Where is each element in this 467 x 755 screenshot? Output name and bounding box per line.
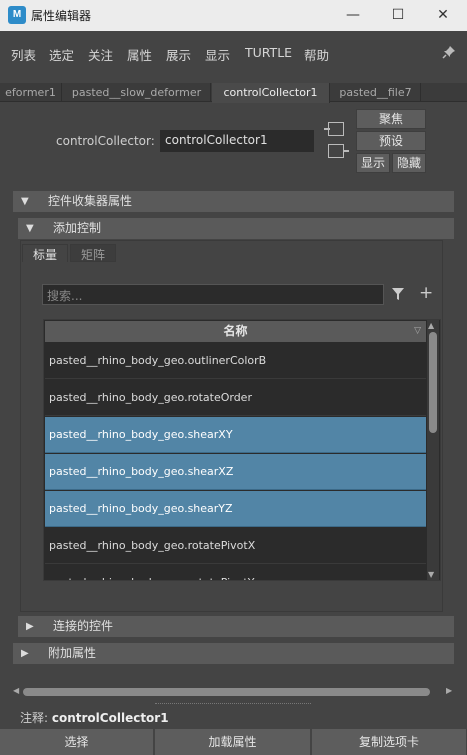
column-header-label: 名称 — [223, 324, 248, 338]
menu-attributes[interactable]: 属性 — [127, 45, 152, 64]
tab-file7[interactable]: pasted__file7 — [331, 83, 421, 102]
list-item-selected[interactable]: pasted__rhino_body_geo.shearXZ — [45, 454, 426, 490]
tab-slow-deformer[interactable]: pasted__slow_deformer — [63, 83, 211, 102]
resize-grip[interactable] — [155, 703, 311, 705]
window-titlebar: M 属性编辑器 — ☐ ✕ — [0, 0, 467, 31]
menu-show[interactable]: 展示 — [166, 45, 191, 64]
section-label: 附加属性 — [48, 646, 97, 660]
list-scroll-thumb[interactable] — [429, 332, 437, 433]
section-label: 添加控制 — [53, 221, 102, 235]
menu-bar: 列表 选定 关注 属性 展示 显示 TURTLE 帮助 — [0, 31, 467, 74]
hide-button[interactable]: 隐藏 — [392, 153, 426, 173]
horizontal-scroll-thumb[interactable] — [23, 688, 430, 696]
sort-icon[interactable]: ▽ — [414, 321, 421, 342]
minimize-button[interactable]: — — [330, 0, 376, 31]
maximize-button[interactable]: ☐ — [375, 0, 421, 31]
tab-deformer1[interactable]: eformer1 — [0, 83, 62, 102]
add-icon[interactable]: + — [419, 283, 433, 303]
section-extra-attributes[interactable]: ▶ 附加属性 — [13, 643, 454, 664]
filter-icon[interactable] — [391, 287, 405, 301]
expand-arrow-icon: ▶ — [26, 621, 34, 632]
list-item[interactable]: pasted__rhino_body_geo.rotatePivotY — [45, 565, 426, 580]
scroll-down-icon[interactable]: ▼ — [428, 570, 434, 579]
list-item[interactable]: pasted__rhino_body_geo.outlinerColorB — [45, 343, 426, 379]
node-type-label: controlCollector: — [56, 134, 155, 148]
section-collector-attributes[interactable]: ▼ 控件收集器属性 — [13, 191, 454, 212]
load-attributes-button[interactable]: 加载属性 — [155, 729, 311, 755]
scroll-left-icon[interactable]: ◀ — [13, 686, 19, 695]
notes-field[interactable]: 注释: controlCollector1 — [20, 709, 169, 726]
node-name-field[interactable]: controlCollector1 — [160, 130, 314, 152]
menu-select[interactable]: 选定 — [49, 45, 74, 64]
subtab-scalar[interactable]: 标量 — [22, 244, 68, 262]
focus-button[interactable]: 聚焦 — [356, 109, 426, 129]
section-label: 连接的控件 — [53, 619, 114, 633]
attribute-list: 名称 ▽ pasted__rhino_body_geo.outlinerColo… — [43, 319, 441, 581]
menu-help[interactable]: 帮助 — [304, 45, 329, 64]
menu-turtle[interactable]: TURTLE — [245, 45, 292, 60]
section-add-control[interactable]: ▼ 添加控制 — [18, 218, 454, 239]
section-connected-controls[interactable]: ▶ 连接的控件 — [18, 616, 454, 637]
window-title: 属性编辑器 — [31, 9, 92, 23]
menu-display[interactable]: 显示 — [205, 45, 230, 64]
show-button[interactable]: 显示 — [356, 153, 390, 173]
collapse-arrow-icon: ▼ — [26, 223, 34, 234]
input-connections-icon[interactable] — [324, 122, 344, 136]
list-item[interactable]: pasted__rhino_body_geo.rotatePivotX — [45, 528, 426, 564]
expand-arrow-icon: ▶ — [21, 648, 29, 659]
notes-label: 注释: — [20, 711, 49, 725]
select-button[interactable]: 选择 — [0, 729, 154, 755]
scroll-right-icon[interactable]: ▶ — [446, 686, 452, 695]
menu-focus[interactable]: 关注 — [88, 45, 113, 64]
scroll-up-icon[interactable]: ▲ — [428, 321, 434, 330]
column-header-name[interactable]: 名称 ▽ — [45, 321, 426, 342]
list-item-selected[interactable]: pasted__rhino_body_geo.shearXY — [45, 417, 426, 453]
section-label: 控件收集器属性 — [48, 194, 133, 208]
output-connections-icon[interactable] — [328, 144, 349, 158]
list-item-selected[interactable]: pasted__rhino_body_geo.shearYZ — [45, 491, 426, 527]
presets-button[interactable]: 预设 — [356, 131, 426, 151]
search-input[interactable]: 搜索... — [42, 284, 384, 305]
tab-control-collector[interactable]: controlCollector1 — [212, 83, 330, 103]
subtab-matrix[interactable]: 矩阵 — [70, 244, 116, 262]
close-button[interactable]: ✕ — [420, 0, 466, 31]
copy-tab-button[interactable]: 复制选项卡 — [312, 729, 467, 755]
collapse-arrow-icon: ▼ — [21, 196, 29, 207]
node-tab-bar: eformer1 pasted__slow_deformer controlCo… — [0, 83, 467, 103]
maya-app-icon: M — [8, 6, 26, 24]
notes-value: controlCollector1 — [51, 711, 169, 725]
menu-list[interactable]: 列表 — [11, 45, 36, 64]
pin-icon[interactable] — [442, 45, 456, 59]
list-item[interactable]: pasted__rhino_body_geo.rotateOrder — [45, 380, 426, 416]
